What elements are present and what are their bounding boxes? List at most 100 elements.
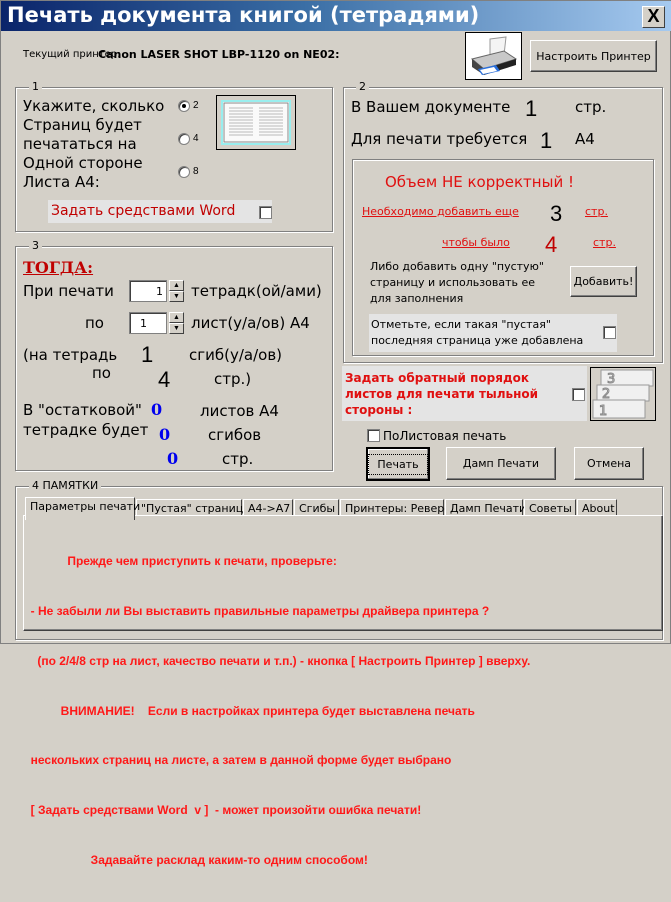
- reverse-order-label: Задать обратный порядок листов для печат…: [345, 370, 538, 418]
- alt-line: для заполнения: [370, 292, 464, 305]
- alt-add-text: Либо добавить одну "пустую" страницу и и…: [370, 259, 544, 307]
- window-title: Печать документа книгой (тетрадями): [7, 3, 480, 27]
- need-add-value: 3: [550, 201, 563, 226]
- group3-legend: 3: [29, 239, 42, 252]
- svg-text:3: 3: [607, 372, 615, 387]
- radio-4-pages[interactable]: [178, 133, 190, 145]
- radio-8-label: 8: [193, 166, 199, 177]
- reverse-label-line: Задать обратный порядок: [345, 371, 530, 385]
- radio-8-pages[interactable]: [178, 166, 190, 178]
- remainder-pages-unit: стр.: [222, 450, 254, 468]
- notebooks-spin-up[interactable]: ▲: [169, 280, 184, 291]
- memo-text: Прежде чем приступить к печати, проверьт…: [24, 520, 662, 902]
- sheets-spin-down[interactable]: ▼: [169, 323, 184, 334]
- memo-line: Прежде чем приступить к печати, проверьт…: [24, 554, 337, 569]
- memo-line: Задавайте расклад каким-то одним способо…: [24, 852, 368, 867]
- printer-image: [465, 32, 522, 80]
- prompt-line: Одной стороне: [23, 154, 143, 172]
- print-button[interactable]: Печать: [366, 447, 430, 481]
- doc-pages-value: 1: [525, 96, 538, 121]
- memo-line: - Не забыли ли Вы выставить правильные п…: [24, 603, 490, 618]
- dump-print-button[interactable]: Дамп Печати: [446, 447, 556, 480]
- title-bar: Печать документа книгой (тетрадями) X: [1, 1, 671, 31]
- doc-pages-label: В Вашем документе: [351, 98, 511, 116]
- notebooks-count-input[interactable]: 1: [129, 280, 167, 302]
- remainder-label-1: В "остатковой": [23, 401, 142, 419]
- book-print-dialog: Печать документа книгой (тетрадями) X Те…: [0, 0, 671, 867]
- add-blank-page-button[interactable]: Добавить!: [570, 266, 637, 297]
- sheets-count-input[interactable]: 1: [129, 312, 167, 334]
- blank-added-checkbox[interactable]: [603, 326, 616, 339]
- radio-4-label: 4: [193, 133, 199, 144]
- cancel-button[interactable]: Отмена: [574, 447, 644, 480]
- prompt-line: печататься на: [23, 135, 137, 153]
- notebooks-spin-down[interactable]: ▼: [169, 291, 184, 302]
- prompt-line: Укажите, сколько: [23, 97, 165, 115]
- required-unit: А4: [575, 130, 595, 148]
- blank-added-line: последняя страница уже добавлена: [371, 334, 584, 347]
- folds-value: 1: [141, 342, 154, 367]
- to-be-value: 4: [545, 232, 558, 257]
- per-notebook-label: (на тетрадь: [23, 346, 118, 364]
- stacked-pages-icon: 3 2 1: [592, 369, 654, 420]
- reverse-label-line: листов для печати тыльной: [345, 387, 539, 401]
- radio-2-pages[interactable]: [178, 100, 190, 112]
- setup-printer-button[interactable]: Настроить Принтер: [530, 40, 657, 72]
- to-be-label: чтобы было: [442, 236, 510, 249]
- alt-line: Либо добавить одну "пустую": [370, 260, 544, 273]
- blank-added-line: Отметьте, если такая "пустая": [371, 318, 551, 331]
- pages-per-notebook-unit: стр.): [214, 370, 252, 388]
- to-be-unit: стр.: [593, 236, 616, 249]
- then-heading: ТОГДА:: [23, 258, 94, 277]
- required-label: Для печати требуется: [351, 130, 528, 148]
- sheet-print-checkbox[interactable]: [367, 429, 380, 442]
- pages-per-side-prompt: Укажите, сколько Страниц будет печататьс…: [23, 97, 164, 192]
- radio-2-label: 2: [193, 100, 199, 111]
- alt-line: страницу и использовать ее: [370, 276, 536, 289]
- remainder-label-2: тетрадке будет: [23, 421, 149, 439]
- remainder-sheets-value: 0: [151, 400, 163, 419]
- remainder-pages-value: 0: [167, 449, 179, 468]
- tab-panel-print-params: Прежде чем приступить к печати, проверьт…: [23, 515, 663, 867]
- group1-legend: 1: [29, 80, 42, 93]
- open-book-icon: [221, 100, 291, 145]
- need-add-unit: стр.: [585, 205, 608, 218]
- blank-added-text: Отметьте, если такая "пустая" последняя …: [371, 317, 583, 349]
- prompt-line: Страниц будет: [23, 116, 142, 134]
- memo-line: [ Задать средствами Word v ] - может про…: [24, 803, 422, 818]
- need-add-label: Необходимо добавить еще: [362, 205, 519, 218]
- remainder-sheets-unit: листов А4: [200, 402, 279, 420]
- memo-line: нескольких страниц на листе, а затем в д…: [24, 753, 452, 768]
- folds-unit: сгиб(у/а/ов): [189, 346, 283, 364]
- remainder-folds-unit: сгибов: [208, 426, 262, 444]
- print-button-label: Печать: [368, 453, 428, 475]
- word-option-checkbox[interactable]: [259, 206, 272, 219]
- prompt-line: Листа А4:: [23, 173, 100, 191]
- svg-text:2: 2: [602, 387, 610, 402]
- when-printing-label: При печати: [23, 282, 114, 300]
- pages-per-notebook-value: 4: [158, 367, 171, 392]
- memo-line: (по 2/4/8 стр на лист, качество печати и…: [24, 653, 531, 668]
- reverse-order-checkbox[interactable]: [572, 388, 585, 401]
- close-button[interactable]: X: [642, 6, 665, 28]
- sheets-unit: лист(у/а/ов) А4: [191, 314, 310, 332]
- word-option-label: Задать средствами Word: [51, 203, 236, 219]
- group2-legend: 2: [356, 80, 369, 93]
- memo-line: ВНИМАНИЕ! Если в настройках принтера буд…: [24, 703, 475, 718]
- by-label: по: [85, 314, 104, 332]
- volume-warning: Объем НЕ корректный !: [385, 173, 574, 191]
- svg-text:1: 1: [599, 404, 607, 419]
- layout-preview-image: [216, 95, 296, 150]
- reverse-label-line: стороны :: [345, 403, 413, 417]
- current-printer-name: Canon LASER SHOT LBP-1120 on NE02:: [98, 48, 340, 61]
- sheet-print-label: ПоЛистовая печать: [383, 429, 507, 443]
- required-value: 1: [540, 128, 553, 153]
- notebooks-unit: тетрадк(ой/ами): [191, 282, 322, 300]
- tab-print-params[interactable]: Параметры печати: [25, 497, 140, 520]
- close-icon: X: [647, 6, 660, 26]
- memos-legend: 4 ПАМЯТКИ: [29, 479, 102, 492]
- printer-icon: [470, 36, 518, 75]
- doc-pages-unit: стр.: [575, 98, 607, 116]
- sheets-spin-up[interactable]: ▲: [169, 312, 184, 323]
- reverse-order-image: 3 2 1: [590, 367, 656, 421]
